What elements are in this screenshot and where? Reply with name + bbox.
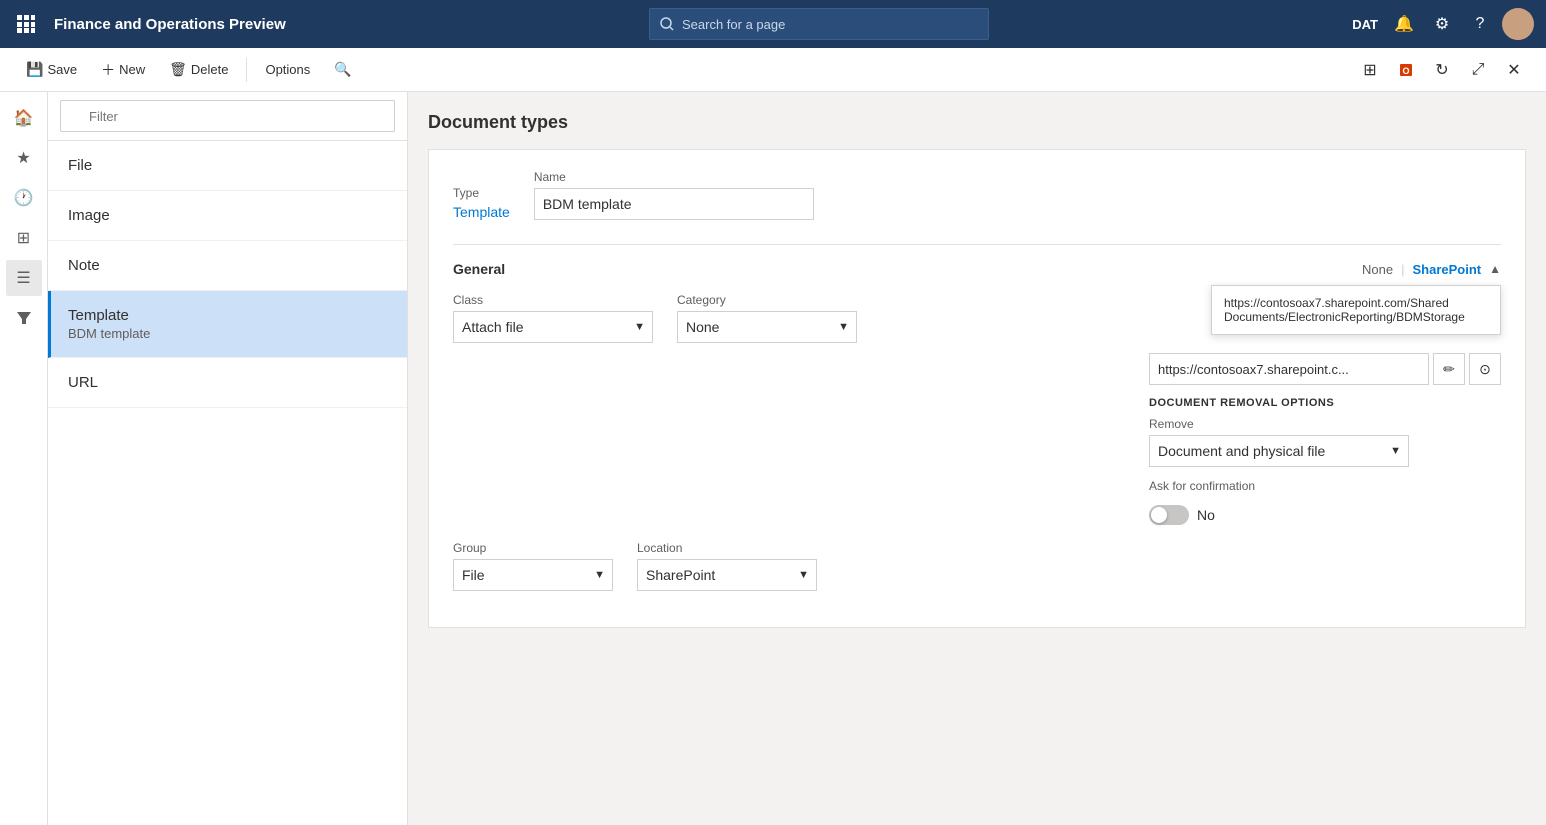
- general-section: General None | SharePoint ▲ Class: [453, 244, 1501, 591]
- url-input-row: ✏ ⊙: [1149, 353, 1501, 385]
- personalize-icon[interactable]: ⊞: [1354, 54, 1386, 86]
- confirm-label: Ask for confirmation: [1149, 479, 1501, 493]
- name-field-group: Name: [534, 170, 814, 220]
- location-dropdown-wrapper: SharePoint Azure Blob Database ▼: [637, 559, 817, 591]
- svg-text:O: O: [1402, 66, 1409, 76]
- toolbar-right-actions: ⊞ O ↻ ⤢ ✕: [1354, 54, 1530, 86]
- remove-label: Remove: [1149, 417, 1501, 431]
- remove-select[interactable]: Document and physical file Document only…: [1149, 435, 1409, 467]
- class-dropdown-wrapper: Attach file Simple note URL ▼: [453, 311, 653, 343]
- top-nav-right: DAT 🔔 ⚙ ?: [1352, 8, 1534, 40]
- top-navbar: Finance and Operations Preview Search fo…: [0, 0, 1546, 48]
- filter-icon[interactable]: [6, 300, 42, 336]
- confirm-toggle[interactable]: [1149, 505, 1189, 525]
- toolbar-divider: [246, 58, 247, 82]
- notification-icon[interactable]: 🔔: [1388, 8, 1420, 40]
- list-icon[interactable]: ☰: [6, 260, 42, 296]
- content-area: Document types Type Template Name Genera…: [408, 92, 1546, 825]
- name-input[interactable]: [534, 188, 814, 220]
- removal-title: DOCUMENT REMOVAL OPTIONS: [1149, 397, 1501, 409]
- tab-sharepoint[interactable]: SharePoint: [1412, 262, 1481, 277]
- category-dropdown-wrapper: None Note File ▼: [677, 311, 857, 343]
- filter-input[interactable]: [60, 100, 395, 132]
- form-card: Type Template Name General None | ShareP…: [428, 149, 1526, 628]
- filter-wrap: 🔍: [60, 100, 395, 132]
- group-select[interactable]: File Image Note: [453, 559, 613, 591]
- group-location-row: Group File Image Note ▼ Location: [453, 541, 1501, 591]
- workspace-icon[interactable]: ⊞: [6, 220, 42, 256]
- name-label: Name: [534, 170, 814, 184]
- search-toolbar-icon: 🔍: [334, 61, 351, 78]
- type-name-row: Type Template Name: [453, 170, 1501, 220]
- tab-none[interactable]: None: [1362, 262, 1393, 277]
- save-button[interactable]: 💾 Save: [16, 54, 87, 86]
- location-field: Location SharePoint Azure Blob Database …: [637, 541, 817, 591]
- options-button[interactable]: Options: [255, 54, 320, 86]
- removal-section: DOCUMENT REMOVAL OPTIONS Remove Document…: [1149, 397, 1501, 525]
- url-edit-button[interactable]: ✏: [1433, 353, 1465, 385]
- type-field-group: Type Template: [453, 186, 510, 220]
- global-search[interactable]: Search for a page: [649, 8, 989, 40]
- recent-icon[interactable]: 🕐: [6, 180, 42, 216]
- search-placeholder: Search for a page: [682, 17, 785, 32]
- delete-button[interactable]: 🗑 Delete: [159, 54, 238, 86]
- action-toolbar: 💾 Save ＋ New 🗑 Delete Options 🔍 ⊞ O ↻ ⤢ …: [0, 48, 1546, 92]
- office-icon[interactable]: O: [1390, 54, 1422, 86]
- class-category-row: Class Attach file Simple note URL ▼: [453, 293, 1125, 343]
- url-input[interactable]: [1149, 353, 1429, 385]
- save-icon: 💾: [26, 61, 43, 78]
- url-tooltip: https://contosoax7.sharepoint.com/Shared…: [1211, 285, 1501, 335]
- category-select[interactable]: None Note File: [677, 311, 857, 343]
- settings-icon[interactable]: ⚙: [1426, 8, 1458, 40]
- app-title: Finance and Operations Preview: [54, 16, 286, 33]
- user-avatar[interactable]: [1502, 8, 1534, 40]
- page-title: Document types: [428, 112, 1526, 133]
- home-icon[interactable]: 🏠: [6, 100, 42, 136]
- location-select[interactable]: SharePoint Azure Blob Database: [637, 559, 817, 591]
- tab-chevron-icon: ▲: [1489, 262, 1501, 276]
- favorites-icon[interactable]: ★: [6, 140, 42, 176]
- filter-bar: 🔍: [48, 92, 407, 141]
- type-link[interactable]: Template: [453, 204, 510, 220]
- class-field: Class Attach file Simple note URL ▼: [453, 293, 653, 343]
- url-more-button[interactable]: ⊙: [1469, 353, 1501, 385]
- new-button[interactable]: ＋ New: [91, 54, 155, 86]
- group-label: Group: [453, 541, 613, 555]
- list-item-file[interactable]: File: [48, 141, 407, 191]
- remove-dropdown-wrapper: Document and physical file Document only…: [1149, 435, 1409, 467]
- list-item-note[interactable]: Note: [48, 241, 407, 291]
- class-label: Class: [453, 293, 653, 307]
- expand-icon[interactable]: ⤢: [1462, 54, 1494, 86]
- category-field: Category None Note File ▼: [677, 293, 857, 343]
- list-item-template[interactable]: Template BDM template: [48, 291, 407, 358]
- toggle-knob: [1151, 507, 1167, 523]
- list-panel: 🔍 File Image Note Template BDM template …: [48, 92, 408, 825]
- refresh-icon[interactable]: ↻: [1426, 54, 1458, 86]
- class-select[interactable]: Attach file Simple note URL: [453, 311, 653, 343]
- new-icon: ＋: [101, 60, 115, 80]
- location-label: Location: [637, 541, 817, 555]
- help-icon[interactable]: ?: [1464, 8, 1496, 40]
- general-tabs: None | SharePoint ▲: [1362, 262, 1501, 277]
- close-icon[interactable]: ✕: [1498, 54, 1530, 86]
- category-label: Category: [677, 293, 857, 307]
- type-label: Type: [453, 186, 510, 200]
- confirm-section: Ask for confirmation No: [1149, 479, 1501, 525]
- general-title: General: [453, 261, 505, 277]
- delete-icon: 🗑: [169, 61, 187, 78]
- url-section: https://contosoax7.sharepoint.com/Shared…: [1149, 293, 1501, 525]
- grid-icon[interactable]: [12, 10, 40, 38]
- list-items: File Image Note Template BDM template UR…: [48, 141, 407, 825]
- list-item-url[interactable]: URL: [48, 358, 407, 408]
- sidebar-icons: 🏠 ★ 🕐 ⊞ ☰: [0, 92, 48, 825]
- group-dropdown-wrapper: File Image Note ▼: [453, 559, 613, 591]
- group-field: Group File Image Note ▼: [453, 541, 613, 591]
- toggle-row: No: [1149, 505, 1501, 525]
- general-header: General None | SharePoint ▲: [453, 261, 1501, 277]
- env-label: DAT: [1352, 17, 1378, 32]
- search-toolbar-button[interactable]: 🔍: [324, 54, 361, 86]
- confirm-value: No: [1197, 507, 1215, 523]
- main-layout: 🏠 ★ 🕐 ⊞ ☰ 🔍 File Image Note: [0, 92, 1546, 825]
- list-item-image[interactable]: Image: [48, 191, 407, 241]
